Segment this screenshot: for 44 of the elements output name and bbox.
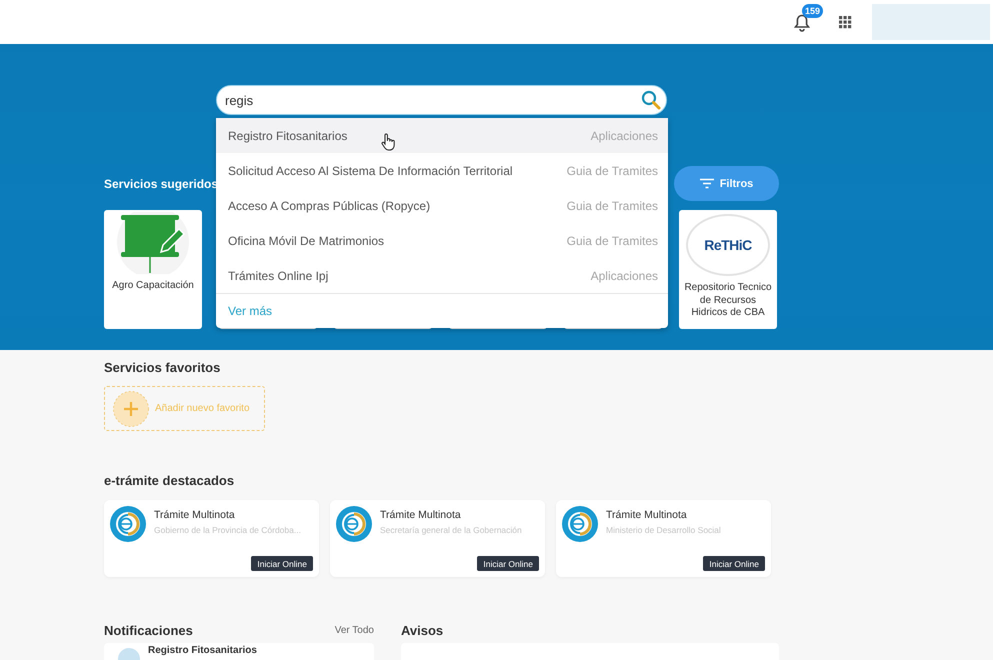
suggestion-item[interactable]: Registro Fitosanitarios Aplicaciones [216,118,668,153]
service-card[interactable]: Agro Capacitación [104,210,202,329]
service-card[interactable]: ReTHiC Repositorio Tecnico de Recursos Hidricos de CBA [679,210,777,329]
service-name: Repositorio Tecnico de Recursos Hidricos de CBA [683,282,773,320]
search-icon[interactable] [641,90,661,110]
start-online-button[interactable]: Iniciar Online [703,556,765,571]
section-title: Avisos [401,622,444,638]
add-favorite-label: Añadir nuevo favorito [155,403,250,414]
suggestion-category: Aplicaciones [590,128,658,142]
e-tramite-logo-icon [562,506,598,542]
plus-icon [113,390,149,426]
suggestion-category: Guia de Tramites [566,234,658,248]
section-title: Notificaciones [104,622,193,638]
suggestion-category: Guia de Tramites [566,198,658,212]
service-name: Agro Capacitación [111,280,195,292]
suggestion-category: Guia de Tramites [566,164,658,178]
procedure-title: Trámite Multinota [380,509,462,521]
procedure-title: Trámite Multinota [606,509,688,521]
section-title: Servicios favoritos [104,360,220,375]
notification-count-badge: 159 [802,4,824,18]
suggestion-item[interactable]: Oficina Móvil De Matrimonios Guia de Tramites [216,223,668,258]
procedure-title: Trámite Multinota [154,509,236,521]
section-title: Servicios sugeridos [104,176,218,190]
procedure-agency: Ministerio de Desarrollo Social [606,525,721,535]
see-all-link[interactable]: Ver Todo [334,624,374,636]
suggestion-item[interactable]: Solicitud Acceso Al Sistema De Información Territorial Guia de Tramites [216,153,668,188]
start-online-button[interactable]: Iniciar Online [251,556,313,571]
filter-icon [700,178,714,189]
rethic-logo: ReTHiC [686,214,770,276]
procedure-agency: Gobierno de la Provincia de Córdoba... [154,525,301,535]
notification-bell-icon[interactable] [794,14,810,32]
search-field[interactable]: regis [216,85,667,115]
suggestion-item[interactable]: Trámites Online Ipj Aplicaciones [216,258,668,293]
procedure-agency: Secretaría general de la Gobernación [380,525,522,535]
notification-title: Registro Fitosanitarios [148,645,257,656]
section-title: e-trámite destacados [104,473,234,488]
suggestion-item[interactable]: Acceso A Compras Públicas (Ropyce) Guia de Tramites [216,188,668,223]
notification-card[interactable]: Registro Fitosanitarios [104,643,374,660]
apps-grid-icon[interactable] [839,16,852,28]
suggestion-category: Aplicaciones [590,268,658,282]
start-online-button[interactable]: Iniciar Online [477,556,539,571]
e-tramite-logo-icon [336,506,372,542]
hand-cursor-icon [381,133,395,151]
e-tramite-logo-icon [110,506,146,542]
